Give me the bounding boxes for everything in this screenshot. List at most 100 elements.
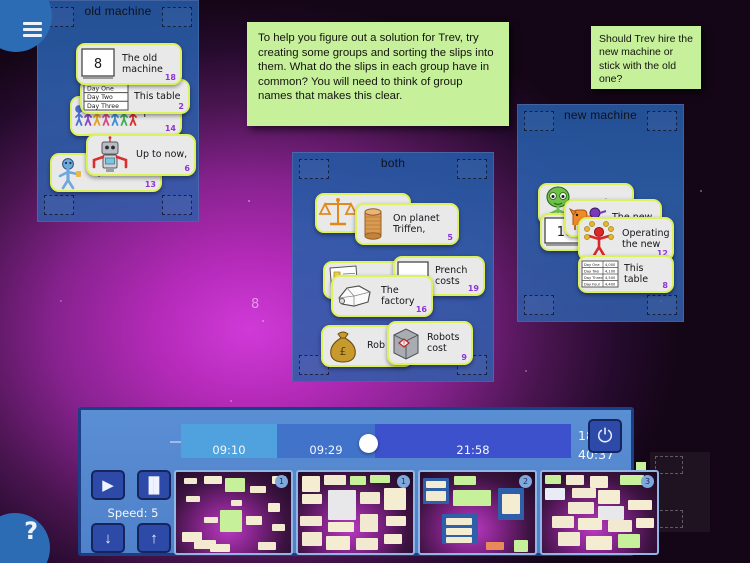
slip-number: 5 [447, 233, 453, 242]
instruction-note[interactable]: To help you figure out a solution for Tr… [247, 22, 509, 126]
slip-thumbnail [317, 195, 359, 231]
star [248, 200, 250, 202]
group-old-machine[interactable]: old machine operators 13 [37, 0, 199, 222]
coin-stack-icon [364, 208, 382, 240]
slip[interactable]: The factory 16 [331, 275, 433, 317]
slip[interactable]: Up to now, 6 [86, 134, 196, 176]
svg-text:4,500: 4,500 [605, 276, 616, 280]
money-bag-icon: £ [330, 331, 356, 363]
slip-number: 16 [415, 305, 427, 314]
pause-button[interactable]: ▐▌ [137, 470, 171, 500]
slip-number: 6 [184, 164, 190, 173]
slip-thumbnail [580, 219, 618, 259]
snapshot-badge: 1 [275, 475, 288, 488]
background-digit: 8 [251, 297, 260, 312]
slip-number: 18 [164, 73, 176, 82]
snapshot-thumbnail[interactable]: 3 [540, 470, 659, 555]
slip-number: 14 [164, 124, 176, 133]
slip-number: 19 [467, 284, 479, 293]
playback-panel: 09:10 09:29 21:58 18:37 40:37 ⏻ ▶ ▐▌ Spe… [78, 407, 659, 556]
snapshot-badge: 1 [397, 475, 410, 488]
slip-text: Up to now, [136, 149, 188, 161]
speed-label: Speed: 5 [107, 506, 159, 520]
snapshot-thumbnail[interactable]: 2 [418, 470, 537, 555]
scales-icon [318, 198, 358, 226]
help-button[interactable]: ? [0, 513, 50, 563]
group-title[interactable]: new machine [518, 108, 683, 122]
day-table-icon: Day One Day Two Day Three [83, 83, 129, 110]
svg-text:Day Four: Day Four [584, 283, 601, 287]
speed-up-button[interactable]: ↑ [137, 523, 171, 553]
slip-thumbnail: ! [389, 323, 423, 363]
svg-text:!: ! [403, 340, 406, 348]
group-resize-handle-br[interactable] [162, 195, 192, 215]
svg-text:Day Three: Day Three [87, 103, 119, 110]
snapshot-thumbnail[interactable]: 1 [174, 470, 293, 555]
arrow-down-icon: ↓ [104, 529, 112, 547]
svg-text:4,000: 4,000 [605, 263, 616, 267]
whiteboard-8-icon: 8 [81, 48, 115, 79]
slip-number: 13 [144, 180, 156, 189]
slip-text: Operating the new [622, 227, 670, 251]
svg-text:8: 8 [94, 57, 102, 72]
slip-thumbnail [333, 278, 377, 314]
slip-thumbnail [88, 136, 132, 174]
star [230, 400, 232, 402]
slip-text: Robots cost [427, 331, 460, 355]
snapshot-badge: 2 [519, 475, 532, 488]
snapshot-thumbnail[interactable]: 1 [296, 470, 415, 555]
slip[interactable]: ! Robots cost 9 [387, 321, 473, 365]
star [525, 370, 527, 372]
group-new-machine[interactable]: new machine Trev is 10 [517, 104, 684, 322]
slip-number: 9 [461, 353, 467, 362]
power-button[interactable]: ⏻ [588, 419, 622, 453]
play-icon: ▶ [102, 476, 114, 494]
slip[interactable]: 8 The old machine 18 [76, 43, 182, 85]
slip-thumbnail: Day One Day Two Day Three [82, 82, 130, 112]
paper-crumple-icon [338, 285, 371, 307]
svg-text:Day One: Day One [584, 263, 600, 267]
speed-down-button[interactable]: ↓ [91, 523, 125, 553]
svg-text:Day Three: Day Three [584, 276, 603, 280]
hamburger-menu-icon [23, 19, 42, 40]
question-mark-icon: ? [24, 517, 38, 545]
timeline[interactable]: 09:10 09:29 21:58 18:37 40:37 ⏻ [81, 410, 631, 466]
svg-text:Day One: Day One [87, 85, 114, 92]
star [700, 190, 702, 192]
group-resize-handle-bl[interactable] [44, 195, 74, 215]
star [262, 320, 264, 322]
star [60, 300, 62, 302]
slip[interactable]: On planet Triffen, 5 [355, 203, 459, 245]
slip-thumbnail [357, 205, 389, 243]
group-resize-handle-tl[interactable] [655, 456, 683, 474]
timeline-scrubber-handle[interactable] [359, 434, 378, 453]
price-table-icon: Day One 4,000 Day Two 4,100 Day Three 4,500… [581, 260, 619, 288]
arrow-up-icon: ↑ [150, 529, 158, 547]
grey-crate-icon: ! [393, 328, 419, 360]
group-offscreen[interactable] [650, 452, 710, 532]
play-button[interactable]: ▶ [91, 470, 125, 500]
slip-thumbnail: Day One 4,000 Day Two 4,100 Day Three 4,500… [580, 258, 620, 290]
group-resize-handle-br[interactable] [647, 295, 677, 315]
grey-robot-icon [92, 136, 128, 172]
group-resize-handle-bl[interactable] [524, 295, 554, 315]
slip-thumbnail: £ [323, 327, 363, 365]
canvas-stage: 8 old machine operators 13 [0, 0, 750, 563]
timeline-segment-label: 21:58 [456, 443, 490, 457]
group-both[interactable]: both On planet Triffen, 5 Prench costs 1… [292, 152, 494, 382]
slip-number: 2 [178, 102, 184, 111]
slip-text: This table [134, 90, 181, 102]
slip[interactable]: Day One 4,000 Day Two 4,100 Day Three 4,500… [578, 255, 674, 293]
blue-person-icon [58, 157, 81, 189]
slip-thumbnail [52, 155, 88, 190]
group-title[interactable]: old machine [38, 4, 198, 18]
question-note[interactable]: Should Trev hire the new machine or stic… [591, 26, 701, 89]
group-title[interactable]: both [293, 156, 493, 170]
svg-text:Day Two: Day Two [87, 94, 113, 101]
snapshot-badge: 3 [641, 475, 654, 488]
red-juggler-icon [584, 221, 614, 259]
timeline-segment[interactable]: 09:10 [181, 424, 277, 458]
timeline-segment[interactable]: 21:58 [375, 424, 571, 458]
group-resize-handle-bl[interactable] [655, 510, 683, 528]
slip-number: 8 [662, 281, 668, 290]
